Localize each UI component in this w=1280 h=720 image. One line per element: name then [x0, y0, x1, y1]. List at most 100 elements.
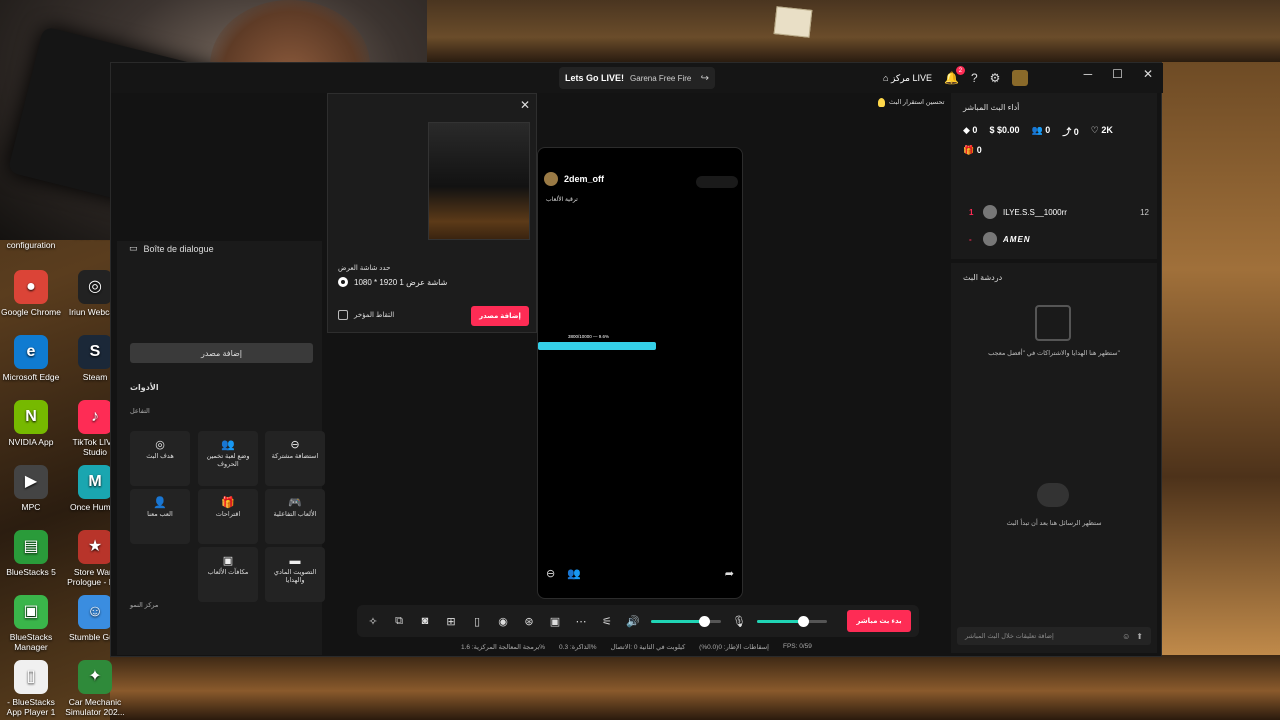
- desktop-icon[interactable]: e Microsoft Edge: [0, 335, 62, 382]
- desktop-icon[interactable]: ▣ BlueStacks Manager: [0, 595, 62, 652]
- dialog-source-item[interactable]: ▭ Boîte de dialogue: [129, 243, 214, 254]
- confirm-add-source-button[interactable]: إضافة مصدر: [471, 306, 529, 326]
- add-scene-icon[interactable]: ⊞: [443, 615, 459, 628]
- stream-preview-canvas[interactable]: 2dem_off ترقية الألعاب 3800/10000 — 9.6%…: [537, 147, 743, 599]
- desktop-icon-label: BlueStacks 5: [6, 567, 56, 577]
- status-bar: برمجة المعالجة المركزية: 1.6% الذاكرة: 0…: [461, 643, 812, 651]
- ranking-row[interactable]: - AMEN: [969, 232, 1149, 246]
- mic-slider[interactable]: [757, 615, 827, 627]
- desktop-icon-label: Car Mechanic Simulator 202...: [65, 697, 125, 717]
- desktop-wallpaper-right: [1162, 62, 1280, 655]
- chat-bubble-icon: [1037, 483, 1069, 507]
- app-icon: ▯: [14, 660, 48, 694]
- volume-knob[interactable]: [698, 615, 710, 627]
- maximize-icon[interactable]: ☐: [1112, 67, 1123, 81]
- chat-input[interactable]: إضافة تعليقات خلال البث المباشر ☺ ⬆: [957, 627, 1151, 645]
- tool-reward[interactable]: ▣ مكافآت الألعاب: [198, 547, 258, 602]
- record-icon[interactable]: ◉: [495, 615, 511, 628]
- link-icon[interactable]: ⊖: [546, 567, 555, 580]
- tool-gift[interactable]: 🎁 اقتراحات: [198, 489, 258, 544]
- panel-title: دردشة البث: [963, 273, 1003, 282]
- desktop-icon[interactable]: ▯ - BlueStacks App Player 1: [0, 660, 62, 717]
- stream-title-pill[interactable]: Lets Go LIVE! Garena Free Fire ↪: [559, 67, 715, 89]
- live-settings-icon[interactable]: ⊛: [521, 615, 537, 628]
- lightbulb-icon: [878, 97, 885, 107]
- desktop-icon[interactable]: ✦ Car Mechanic Simulator 202...: [64, 660, 126, 717]
- diamonds-stat: ◆ 0: [963, 125, 978, 135]
- stream-stability-tip[interactable]: تحسين استقرار البث: [873, 95, 950, 109]
- share-icon[interactable]: ↪: [701, 73, 709, 84]
- app-icon: N: [14, 400, 48, 434]
- rank-number: 1: [969, 207, 974, 217]
- phone-icon[interactable]: ▯: [469, 615, 485, 628]
- video-icon[interactable]: ▣: [547, 615, 563, 628]
- avatar[interactable]: [1012, 70, 1029, 86]
- desktop-icon[interactable]: N NVIDIA App: [0, 400, 62, 447]
- chat-icon: ▭: [129, 243, 138, 253]
- tool-target[interactable]: ◎ هدف البث: [130, 431, 190, 486]
- app-icon: ●: [14, 270, 48, 304]
- tool-user-play[interactable]: 👤 العب معنا: [130, 489, 190, 544]
- ranking-row[interactable]: 1 ILYE.S.S__1000rr 12: [969, 205, 1149, 219]
- magic-wand-icon[interactable]: ✧: [365, 615, 381, 628]
- app-icon: ▶: [14, 465, 48, 499]
- desktop-icon[interactable]: ▶ MPC: [0, 465, 62, 512]
- tool-users[interactable]: 👥 وضع لعبة تخمين الحروف: [198, 431, 258, 486]
- effects-icon[interactable]: ⧉: [391, 615, 407, 628]
- tool-link[interactable]: ⊖ استضافة مشتركة: [265, 431, 325, 486]
- mic-knob[interactable]: [797, 615, 809, 627]
- app-icon: S: [78, 335, 112, 369]
- earnings-value: $0.00: [996, 125, 1020, 135]
- bell-icon[interactable]: 🔔 2: [944, 66, 965, 85]
- app-icon: ★: [78, 530, 112, 564]
- viewers-stat: 👥 0: [1031, 125, 1051, 135]
- add-source-button[interactable]: إضافة مصدر: [130, 343, 313, 363]
- desktop-icon[interactable]: ● Google Chrome: [0, 270, 62, 317]
- viewer-score: 12: [1140, 207, 1149, 217]
- close-icon[interactable]: ✕: [1143, 67, 1153, 81]
- gift-icon: [1035, 305, 1071, 341]
- minimize-icon[interactable]: ─: [1084, 67, 1093, 81]
- viewer-name: ILYE.S.S__1000rr: [1003, 207, 1067, 217]
- poll-icon: ▬: [289, 555, 301, 567]
- volume-slider[interactable]: [651, 615, 721, 627]
- screen-option-label: شاشة عرض 1 1920 * 1080: [354, 277, 448, 287]
- mixer-icon[interactable]: ⚟: [599, 615, 615, 628]
- microphone-icon[interactable]: 🎙: [731, 615, 747, 628]
- speaker-icon[interactable]: 🔊: [625, 615, 641, 628]
- share-icon[interactable]: ➦: [725, 567, 734, 580]
- users-icon[interactable]: 👥: [567, 567, 581, 580]
- more-icon[interactable]: ⋯: [573, 615, 589, 628]
- tool-label: الألعاب التفاعلية: [273, 511, 317, 518]
- help-icon[interactable]: ?: [971, 71, 978, 85]
- tool-label: العب معنا: [147, 511, 173, 518]
- radio-button[interactable]: [338, 277, 348, 287]
- desktop-icon-label: NVIDIA App: [8, 437, 54, 447]
- tool-gamepad[interactable]: 🎮 الألعاب التفاعلية: [265, 489, 325, 544]
- capture-screen-label: حدد شاشة العرض: [338, 265, 391, 272]
- sources-tools-panel: ▭ Boîte de dialogue إضافة مصدر الأدوات ا…: [117, 241, 325, 655]
- users-icon: 👥: [221, 439, 235, 451]
- panel-title: أداء البث المباشر: [963, 103, 1020, 112]
- desktop-wallpaper-top: [420, 0, 1280, 62]
- checkbox[interactable]: [338, 310, 348, 320]
- live-center-button[interactable]: ⌂ مركز LIVE: [883, 73, 932, 84]
- screen-capture-preview: [428, 122, 530, 240]
- shares-stat: ⤴ 0: [1062, 127, 1079, 137]
- gear-icon[interactable]: ⚙: [990, 71, 1001, 85]
- tool-poll[interactable]: ▬ التصويت المادي والهدايا: [265, 547, 325, 602]
- diamonds-value: 0: [972, 125, 978, 135]
- camera-icon[interactable]: ◙: [417, 615, 433, 627]
- close-icon[interactable]: ✕: [520, 98, 530, 112]
- screen-option[interactable]: شاشة عرض 1 1920 * 1080: [338, 277, 447, 287]
- go-live-button[interactable]: بدء بث مباشر: [847, 610, 911, 632]
- performance-stats: ◆ 0 $ $0.00 👥 0 ⤴ 0 ♡ 2K: [963, 125, 1113, 138]
- desktop-wallpaper-bottom: [110, 655, 1280, 720]
- tools-heading: الأدوات: [130, 383, 159, 392]
- send-icon[interactable]: ⬆: [1136, 632, 1143, 641]
- cpu-status: برمجة المعالجة المركزية: 1.6%: [461, 644, 546, 651]
- emoji-icon[interactable]: ☺: [1122, 632, 1130, 641]
- titlebar-actions: ⌂ مركز LIVE 🔔 2 ? ⚙: [883, 66, 1029, 89]
- desktop-icon[interactable]: ▤ BlueStacks 5: [0, 530, 62, 577]
- delayed-capture-option[interactable]: التقاط المؤخر: [338, 310, 394, 320]
